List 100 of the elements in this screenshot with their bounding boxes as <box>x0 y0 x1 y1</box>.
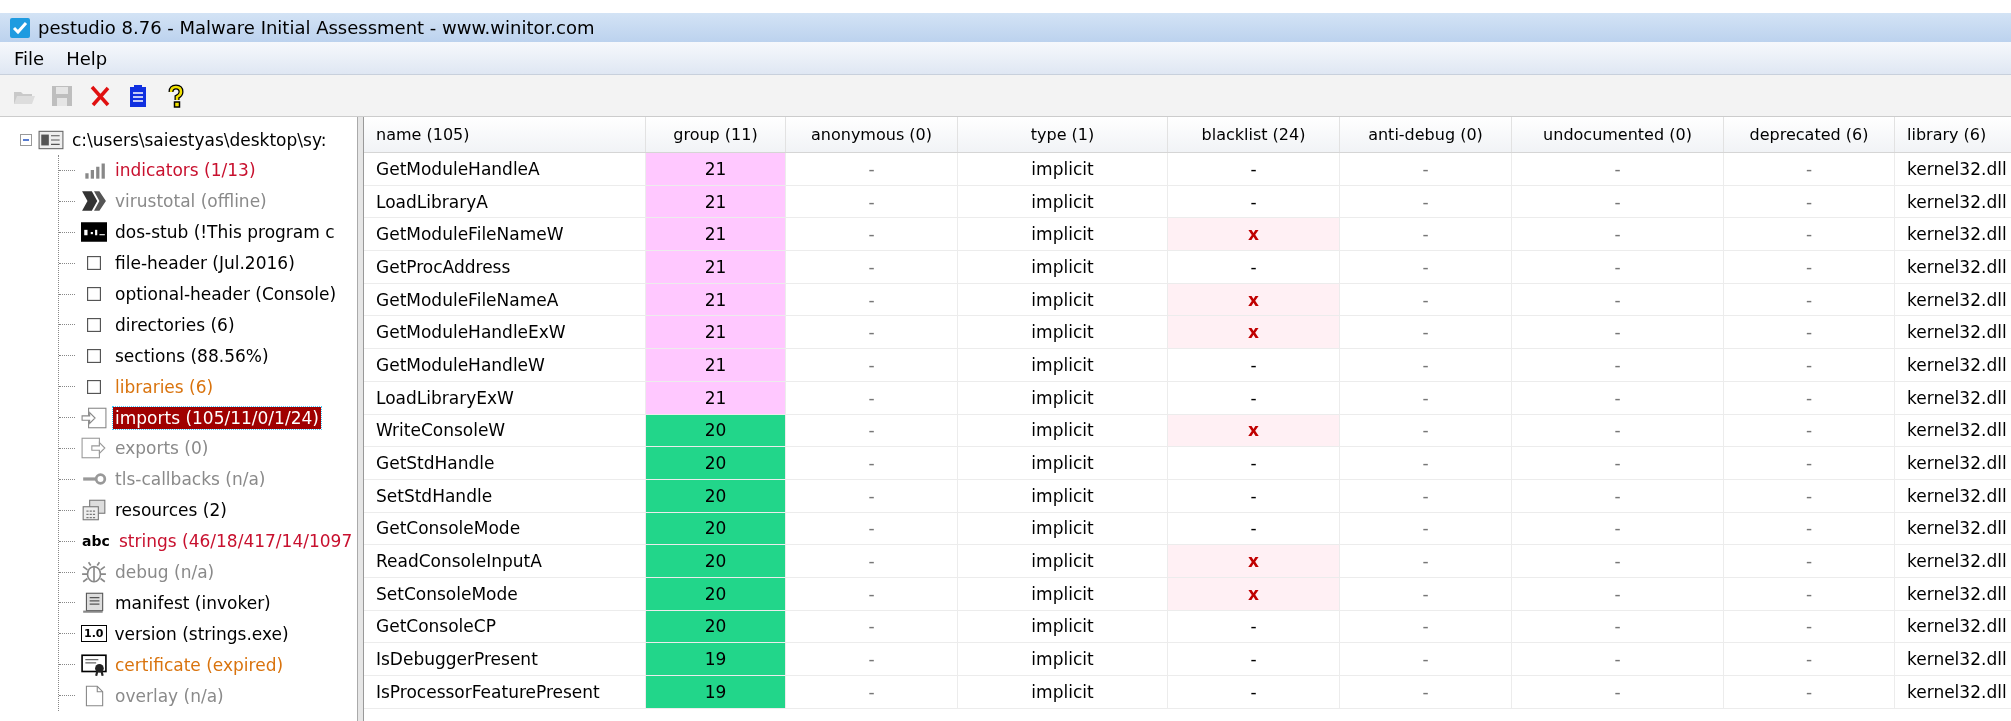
column-header[interactable]: undocumented (0) <box>1512 117 1724 152</box>
table-cell: - <box>1340 414 1512 447</box>
chevron-icon <box>81 190 107 213</box>
table-cell: - <box>786 153 958 185</box>
abc-icon: abc <box>81 533 111 550</box>
table-cell: - <box>1340 610 1512 643</box>
table-cell: - <box>1340 316 1512 349</box>
menu-item[interactable]: Help <box>66 47 108 69</box>
table-cell: - <box>1724 447 1895 479</box>
table-cell: 20 <box>646 414 786 447</box>
tree-item[interactable]: indicators (1/13) <box>113 159 258 182</box>
table-cell: implicit <box>958 479 1168 512</box>
column-header[interactable]: library (6) <box>1895 117 2011 152</box>
column-header[interactable]: type (1) <box>958 117 1168 152</box>
tree-item[interactable]: virustotal (offline) <box>113 190 269 213</box>
close-icon[interactable] <box>88 83 112 108</box>
table-cell: kernel32.dll <box>1895 349 2011 381</box>
table-cell: - <box>1168 643 1340 675</box>
column-header[interactable]: blacklist (24) <box>1168 117 1340 152</box>
table-cell: - <box>786 218 958 251</box>
square-icon <box>87 256 101 271</box>
table-cell: kernel32.dll <box>1895 414 2011 447</box>
table-cell: kernel32.dll <box>1895 316 2011 349</box>
table-cell: kernel32.dll <box>1895 479 2011 512</box>
tree-item[interactable]: dos-stub (!This program c <box>113 221 337 244</box>
table-cell: - <box>786 676 958 708</box>
table-cell: implicit <box>958 153 1168 185</box>
table-cell: - <box>1724 512 1895 545</box>
tree-item[interactable]: tls-callbacks (n/a) <box>113 468 268 491</box>
table-cell: - <box>1724 676 1895 708</box>
table-cell: - <box>786 414 958 447</box>
table-cell: - <box>786 251 958 283</box>
tree-item[interactable]: exports (0) <box>113 437 211 460</box>
table-cell: - <box>1340 512 1512 545</box>
table-cell: kernel32.dll <box>1895 447 2011 479</box>
bug-icon <box>81 561 107 583</box>
column-header[interactable]: group (11) <box>646 117 786 152</box>
table-cell: implicit <box>958 512 1168 545</box>
table-cell: - <box>1340 676 1512 708</box>
table-cell: - <box>1512 676 1724 708</box>
table-cell: - <box>1340 479 1512 512</box>
table-cell: - <box>1512 577 1724 610</box>
tree-item[interactable]: sections (88.56%) <box>113 344 271 367</box>
table-cell: - <box>1168 381 1340 414</box>
collapse-icon[interactable] <box>20 134 32 146</box>
table-cell: - <box>1724 414 1895 447</box>
table-cell: - <box>1512 381 1724 414</box>
table-cell: - <box>1340 153 1512 185</box>
tree-item[interactable]: directories (6) <box>113 313 237 336</box>
table-cell: kernel32.dll <box>1895 381 2011 414</box>
column-header[interactable]: deprecated (6) <box>1724 117 1895 152</box>
table-cell: x <box>1168 414 1340 447</box>
table-cell: implicit <box>958 643 1168 675</box>
table-cell: - <box>1340 381 1512 414</box>
table-cell: x <box>1168 218 1340 251</box>
table-cell: - <box>786 479 958 512</box>
table-cell: - <box>1724 349 1895 381</box>
tree-item[interactable]: file-header (Jul.2016) <box>113 252 297 275</box>
table-cell: - <box>786 283 958 316</box>
table-cell: 21 <box>646 251 786 283</box>
table-cell: - <box>1168 185 1340 218</box>
table-cell: - <box>1168 447 1340 479</box>
table-cell: - <box>786 447 958 479</box>
checkmark-app-icon <box>10 17 30 38</box>
table-cell: 21 <box>646 185 786 218</box>
table-cell: x <box>1168 316 1340 349</box>
table-cell: - <box>1512 185 1724 218</box>
table-cell: 21 <box>646 349 786 381</box>
tree-item[interactable]: strings (46/18/417/14/1097 <box>117 530 355 553</box>
table-cell: - <box>1168 610 1340 643</box>
column-header[interactable]: anonymous (0) <box>786 117 958 152</box>
column-header[interactable]: name (105) <box>364 117 646 152</box>
tree-item[interactable]: debug (n/a) <box>113 561 217 583</box>
table-cell: - <box>1168 479 1340 512</box>
tree-item[interactable]: resources (2) <box>113 499 229 522</box>
table-cell: implicit <box>958 349 1168 381</box>
column-header[interactable]: anti-debug (0) <box>1340 117 1512 152</box>
table-cell: - <box>1724 316 1895 349</box>
tree-item[interactable]: version (strings.exe) <box>112 622 291 645</box>
tree-item[interactable]: optional-header (Console) <box>113 283 339 305</box>
window-title: pestudio 8.76 - Malware Initial Assessment - www.winitor.com <box>38 17 595 38</box>
menu-item[interactable]: File <box>14 47 45 69</box>
table-cell: - <box>1168 512 1340 545</box>
table-cell: x <box>1168 577 1340 610</box>
table-cell: - <box>1512 251 1724 283</box>
square-icon <box>87 379 101 394</box>
tree-item[interactable]: c:\users\saiestyas\desktop\sy: <box>70 129 329 151</box>
table-cell: kernel32.dll <box>1895 610 2011 643</box>
square-icon <box>87 287 101 301</box>
table-cell: - <box>1340 349 1512 381</box>
table-cell: 20 <box>646 610 786 643</box>
tree-item[interactable]: manifest (invoker) <box>113 591 273 614</box>
table-cell: - <box>1724 153 1895 185</box>
table-cell: 21 <box>646 283 786 316</box>
table-cell: - <box>1340 577 1512 610</box>
table-cell: - <box>1724 381 1895 414</box>
table-cell: - <box>1512 414 1724 447</box>
tree-item[interactable]: imports (105/11/0/1/24) <box>113 406 321 429</box>
table-cell: - <box>1168 676 1340 708</box>
tree-item[interactable]: overlay (n/a) <box>113 684 226 707</box>
